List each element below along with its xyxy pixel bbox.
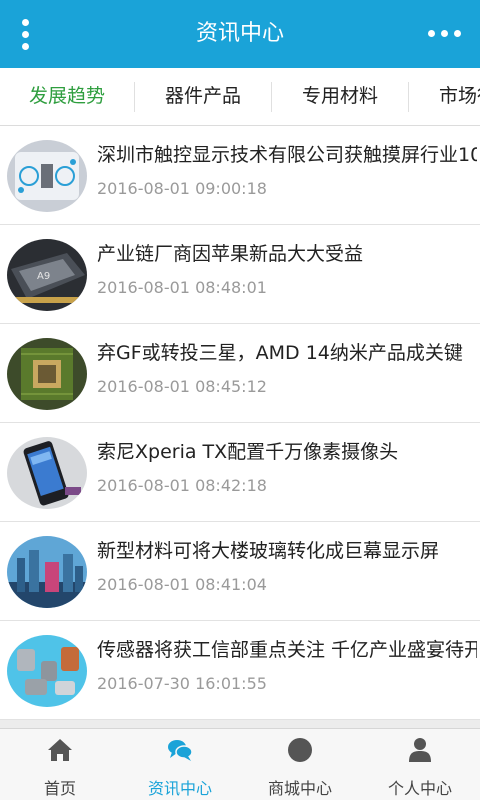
news-title: 产业链厂商因苹果新品大大受益: [97, 243, 364, 265]
city-icon: [7, 536, 87, 608]
circle-icon: [288, 738, 312, 762]
phone-icon: [7, 437, 87, 509]
circuit-board-icon: [7, 338, 87, 410]
more-button[interactable]: [426, 20, 466, 48]
category-tabs: 发展趋势 器件产品 专用材料 市场行情: [0, 68, 480, 126]
news-item[interactable]: 弃GF或转投三星，AMD 14纳米产品成关键 2016-08-01 08:45:…: [0, 324, 480, 423]
news-item[interactable]: 新型材料可将大楼玻璃转化成巨幕显示屏 2016-08-01 08:41:04: [0, 522, 480, 621]
page-title: 资讯中心: [195, 21, 284, 46]
chat-icon: [168, 740, 193, 761]
news-item[interactable]: A9 产业链厂商因苹果新品大大受益 2016-08-01 08:48:01: [0, 225, 480, 324]
list-bottom-divider: [0, 720, 480, 728]
news-item[interactable]: 深圳市触控显示技术有限公司获触摸屏行业10强 2016-08-01 09:00:…: [0, 126, 480, 225]
news-title: 新型材料可将大楼玻璃转化成巨幕显示屏: [97, 540, 440, 562]
tab-development-trends[interactable]: 发展趋势: [0, 68, 134, 125]
news-item[interactable]: 传感器将获工信部重点关注 千亿产业盛宴待开启 2016-07-30 16:01:…: [0, 621, 480, 720]
svg-text:A9: A9: [37, 271, 50, 282]
tab-special-materials[interactable]: 专用材料: [272, 68, 408, 125]
app-header: 资讯中心: [0, 0, 480, 68]
news-title: 深圳市触控显示技术有限公司获触摸屏行业10强: [97, 144, 477, 166]
news-time: 2016-08-01 09:00:18: [97, 179, 267, 198]
nav-label: 个人中心: [387, 779, 452, 798]
news-time: 2016-07-30 16:01:55: [97, 674, 267, 693]
nav-personal-center[interactable]: 个人中心: [360, 729, 480, 800]
sensor-icon: [7, 635, 87, 707]
news-title: 传感器将获工信部重点关注 千亿产业盛宴待开启: [97, 639, 477, 661]
nav-home[interactable]: 首页: [0, 729, 120, 800]
nav-mall-center[interactable]: 商城中心: [240, 729, 360, 800]
user-icon: [409, 738, 431, 762]
bottom-nav: 首页 资讯中心 商城中心 个人中心: [0, 728, 480, 800]
news-time: 2016-08-01 08:48:01: [97, 278, 267, 297]
news-title: 弃GF或转投三星，AMD 14纳米产品成关键: [97, 342, 463, 364]
news-time: 2016-08-01 08:41:04: [97, 575, 267, 594]
news-time: 2016-08-01 08:42:18: [97, 476, 267, 495]
home-icon: [48, 739, 72, 761]
news-item[interactable]: 索尼Xperia TX配置千万像素摄像头 2016-08-01 08:42:18: [0, 423, 480, 522]
nav-label: 商城中心: [267, 779, 332, 798]
tab-device-products[interactable]: 器件产品: [135, 68, 271, 125]
news-list: 深圳市触控显示技术有限公司获触摸屏行业10强 2016-08-01 09:00:…: [0, 126, 480, 720]
news-title: 索尼Xperia TX配置千万像素摄像头: [97, 441, 399, 463]
news-time: 2016-08-01 08:45:12: [97, 377, 267, 396]
nav-news-center[interactable]: 资讯中心: [120, 729, 240, 800]
tab-market[interactable]: 市场行情: [409, 68, 480, 125]
chip-icon: A9: [7, 239, 87, 311]
nav-label: 首页: [43, 779, 76, 798]
nav-label: 资讯中心: [147, 779, 212, 798]
touchscreen-icon: [7, 140, 87, 212]
